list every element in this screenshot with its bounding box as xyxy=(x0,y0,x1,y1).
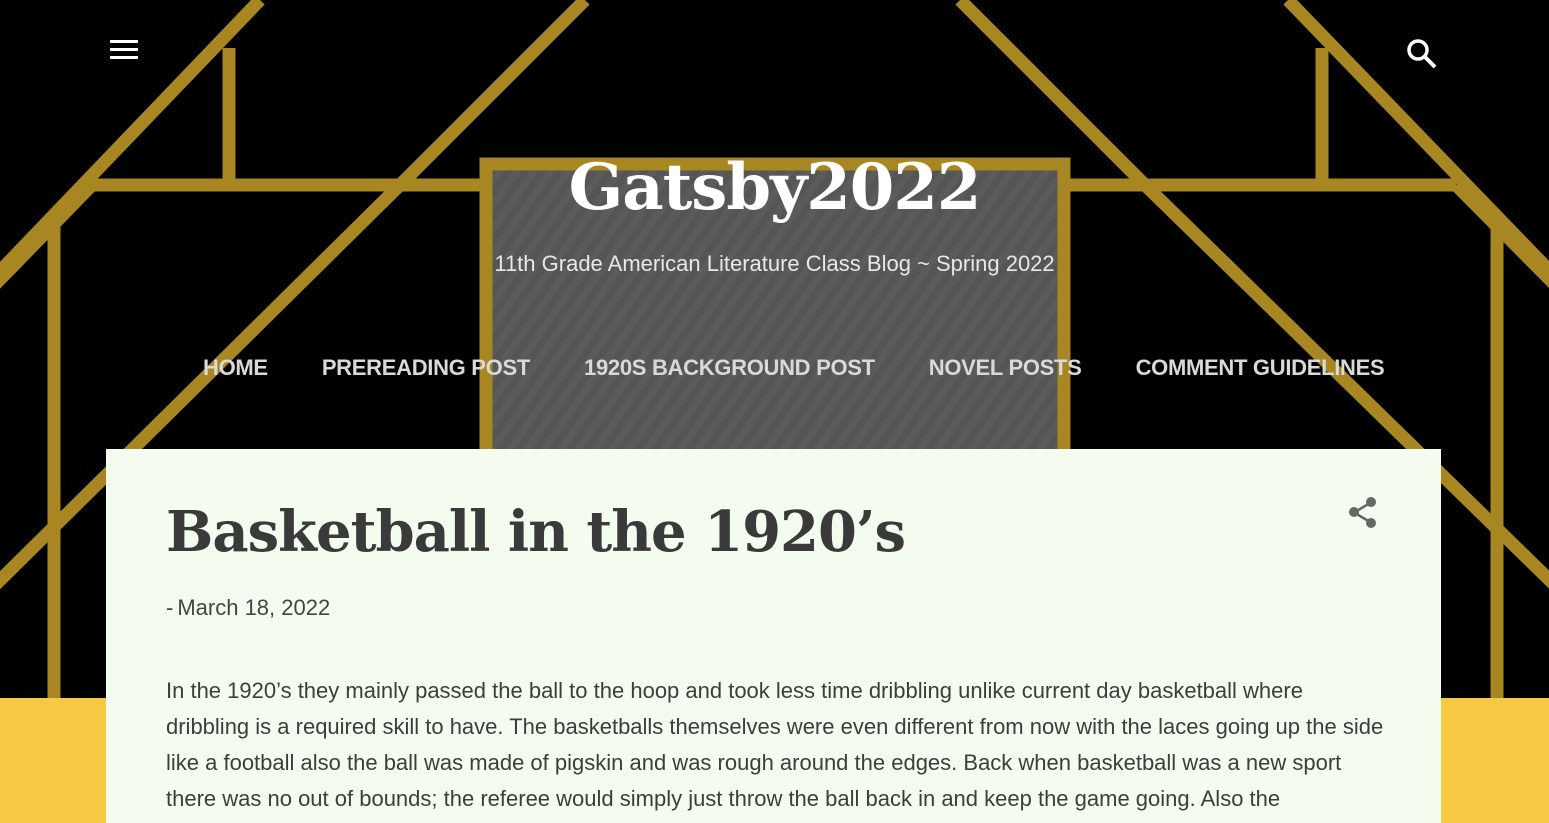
nav-item-1920s-background-post[interactable]: 1920S BACKGROUND POST xyxy=(557,355,902,381)
post-body: In the 1920’s they mainly passed the bal… xyxy=(166,678,1384,811)
search-icon xyxy=(1407,39,1437,69)
post-date-link[interactable]: March 18, 2022 xyxy=(177,595,330,620)
post-title[interactable]: Basketball in the 1920’s xyxy=(166,499,906,565)
nav-item-novel-posts[interactable]: NOVEL POSTS xyxy=(902,355,1109,381)
post-date-prefix: - xyxy=(166,595,174,620)
site-description: 11th Grade American Literature Class Blo… xyxy=(494,251,1055,276)
share-button[interactable] xyxy=(1344,494,1382,532)
hamburger-menu-icon xyxy=(110,40,138,59)
hamburger-menu-button[interactable] xyxy=(104,30,144,70)
nav-item-home[interactable]: HOME xyxy=(176,355,295,381)
site-title[interactable]: Gatsby2022 xyxy=(0,150,1549,225)
search-button[interactable] xyxy=(1402,34,1442,74)
share-icon xyxy=(1349,497,1376,528)
post-card: Basketball in the 1920’s - March 18, 2022… xyxy=(106,449,1441,823)
main-navigation: HOME PREREADING POST 1920S BACKGROUND PO… xyxy=(176,355,1411,381)
nav-item-prereading-post[interactable]: PREREADING POST xyxy=(295,355,557,381)
nav-item-comment-guidelines[interactable]: COMMENT GUIDELINES xyxy=(1109,355,1412,381)
post-date: - March 18, 2022 xyxy=(166,595,330,621)
